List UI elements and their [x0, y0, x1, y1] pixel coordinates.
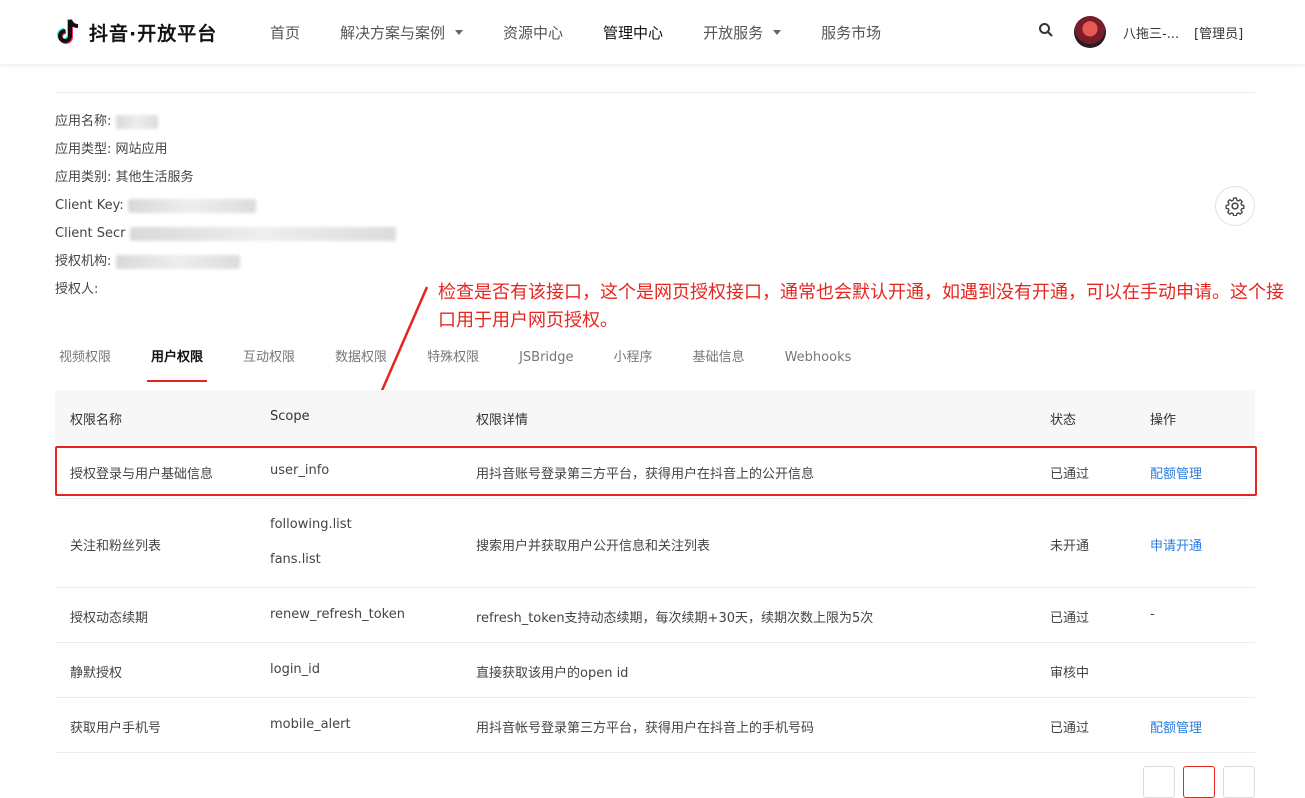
auth-person-label: 授权人: — [55, 282, 99, 297]
tab[interactable]: 视频权限 — [55, 340, 115, 376]
tab[interactable]: 特殊权限 — [423, 340, 483, 376]
client-secret-redacted — [129, 226, 396, 241]
app-type-value: 网站应用 — [115, 142, 168, 157]
header-action: 操作 — [1150, 413, 1177, 428]
permission-name: 静默授权 — [70, 666, 123, 681]
tab[interactable]: JSBridge — [515, 340, 577, 376]
quota-manage-link[interactable]: 配额管理 — [1150, 717, 1202, 736]
permission-detail: refresh_token支持动态续期，每次续期+30天，续期次数上限为5次 — [476, 611, 874, 626]
user-name[interactable]: 八拖三-... — [1123, 23, 1179, 42]
header-name: 权限名称 — [70, 413, 123, 428]
pagination-prev-button[interactable] — [1143, 766, 1175, 798]
nav-item[interactable]: 资源中心 — [503, 22, 563, 43]
nav-item[interactable]: 首页 — [270, 22, 300, 43]
tab[interactable]: 小程序 — [610, 340, 657, 376]
top-header: 抖音·开放平台 首页 解决方案与案例 资源中心 管理中心 开放服务 服务市场 八拖三-..… — [0, 0, 1305, 64]
permission-name: 授权登录与用户基础信息 — [70, 467, 214, 482]
tab[interactable]: 数据权限 — [331, 340, 391, 376]
auth-org-row: 授权机构: — [55, 252, 396, 280]
permission-table: 权限名称 Scope 权限详情 状态 操作 授权登录与用户基础信息 user_i… — [55, 390, 1255, 753]
app-category-value: 其他生活服务 — [115, 170, 194, 185]
permission-action: - — [1150, 607, 1155, 622]
tab[interactable]: 用户权限 — [147, 340, 208, 382]
permission-status: 审核中 — [1050, 666, 1090, 681]
annotation-text: 检查是否有该接口，这个是网页授权接口，通常也会默认开通，如遇到没有开通，可以在手… — [438, 282, 1284, 331]
avatar[interactable] — [1074, 16, 1106, 48]
table-row: 获取用户手机号 mobile_alert 用抖音帐号登录第三方平台，获得用户在抖… — [55, 698, 1255, 753]
pagination-page-button[interactable] — [1183, 766, 1215, 798]
permission-status: 已通过 — [1050, 467, 1090, 482]
nav-item-label: 开放服务 — [703, 23, 764, 42]
caret-down-icon — [455, 29, 464, 35]
table-header: 权限名称 Scope 权限详情 状态 操作 — [55, 390, 1255, 444]
nav-item[interactable]: 服务市场 — [821, 22, 881, 43]
nav-item-label: 首页 — [270, 23, 301, 42]
caret-down-icon — [773, 29, 782, 35]
permission-detail: 用抖音帐号登录第三方平台，获得用户在抖音上的手机号码 — [476, 721, 815, 736]
app-category-label: 应用类别: — [55, 170, 112, 185]
permission-detail: 用抖音账号登录第三方平台，获得用户在抖音上的公开信息 — [476, 467, 815, 482]
nav-item-label: 服务市场 — [821, 23, 882, 42]
permission-detail: 搜索用户并获取用户公开信息和关注列表 — [476, 539, 711, 554]
nav-item[interactable]: 开放服务 — [703, 22, 782, 43]
header-scope: Scope — [270, 409, 310, 424]
douyin-logo[interactable]: 抖音·开放平台 — [55, 15, 217, 49]
app-type-label: 应用类型: — [55, 142, 112, 157]
table-row: 关注和粉丝列表 following.list fans.list 搜索用户并获取… — [55, 499, 1255, 588]
client-secret-row: Client Secr — [55, 224, 396, 252]
app-type-row: 应用类型: 网站应用 — [55, 140, 396, 168]
header-detail: 权限详情 — [476, 413, 529, 428]
permission-detail: 直接获取该用户的open id — [476, 666, 629, 681]
nav-item-label: 资源中心 — [503, 23, 564, 42]
apply-open-link[interactable]: 申请开通 — [1150, 535, 1202, 554]
user-role: [管理员] — [1194, 27, 1244, 42]
client-key-redacted — [127, 198, 256, 213]
permission-status: 已通过 — [1050, 721, 1090, 736]
tab[interactable]: Webhooks — [781, 340, 856, 376]
divider — [55, 92, 1255, 93]
nav-item-label: 管理中心 — [603, 23, 664, 42]
app-name-label: 应用名称: — [55, 114, 112, 129]
douyin-note-icon — [57, 19, 79, 44]
quota-manage-link[interactable]: 配额管理 — [1150, 463, 1202, 482]
tab[interactable]: 互动权限 — [239, 340, 299, 376]
tab[interactable]: 基础信息 — [689, 340, 749, 376]
permission-name: 获取用户手机号 — [70, 721, 162, 736]
pagination-next-button[interactable] — [1223, 766, 1255, 798]
main-nav: 首页 解决方案与案例 资源中心 管理中心 开放服务 服务市场 — [270, 0, 921, 64]
permission-tabs: 视频权限 用户权限 互动权限 数据权限 特殊权限 JSBridge 小程序 基础信息 Webho… — [55, 340, 887, 384]
permission-status: 已通过 — [1050, 611, 1090, 626]
app-name-redacted — [115, 114, 158, 129]
app-category-row: 应用类别: 其他生活服务 — [55, 168, 396, 196]
permission-scope: login_id — [270, 662, 321, 677]
logo-text: 抖音·开放平台 — [89, 22, 218, 45]
auth-org-label: 授权机构: — [55, 254, 112, 269]
permission-name: 关注和粉丝列表 — [70, 539, 162, 554]
settings-button[interactable] — [1215, 186, 1255, 226]
nav-item[interactable]: 解决方案与案例 — [340, 22, 464, 43]
table-row: 授权登录与用户基础信息 user_info 用抖音账号登录第三方平台，获得用户在… — [55, 444, 1255, 499]
gear-icon — [1225, 197, 1245, 216]
table-row: 静默授权 login_id 直接获取该用户的open id 审核中 — [55, 643, 1255, 698]
client-key-label: Client Key: — [55, 198, 124, 213]
auth-person-row: 授权人: — [55, 280, 396, 308]
client-secret-label: Client Secr — [55, 226, 126, 241]
app-info: 应用名称: 应用类型: 网站应用 应用类别: 其他生活服务 Client Key… — [55, 112, 396, 308]
auth-org-redacted — [115, 254, 240, 269]
permission-scope: renew_refresh_token — [270, 607, 405, 622]
search-icon[interactable] — [1038, 22, 1054, 38]
nav-item-label: 解决方案与案例 — [340, 23, 446, 42]
permission-status: 未开通 — [1050, 539, 1090, 554]
permission-scope: mobile_alert — [270, 717, 351, 732]
client-key-row: Client Key: — [55, 196, 396, 224]
nav-item[interactable]: 管理中心 — [603, 22, 663, 43]
table-row: 授权动态续期 renew_refresh_token refresh_token… — [55, 588, 1255, 643]
permission-scope: user_info — [270, 463, 330, 478]
app-name-row: 应用名称: — [55, 112, 396, 140]
permission-scope: fans.list — [270, 552, 321, 567]
header-status: 状态 — [1050, 413, 1077, 428]
permission-scope: following.list — [270, 517, 352, 532]
permission-name: 授权动态续期 — [70, 611, 149, 626]
